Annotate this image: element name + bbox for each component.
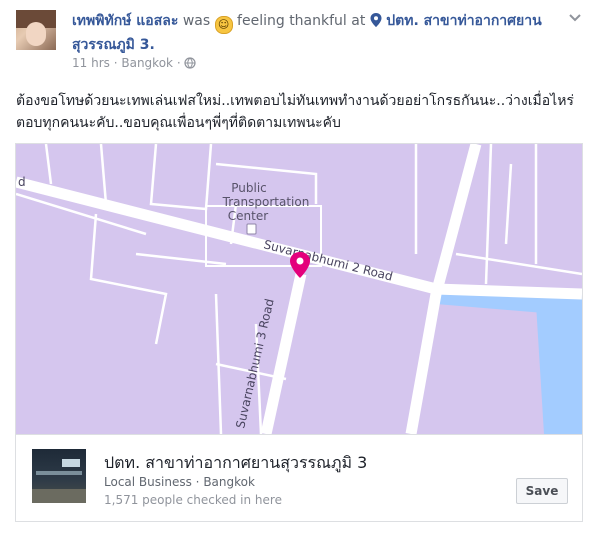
timestamp-link[interactable]: 11 hrs	[72, 56, 110, 70]
place-category-name: Local Business	[104, 475, 192, 489]
location-pin-icon	[370, 13, 382, 27]
location-map[interactable]: Public Transportation Center Suvarnabhum…	[15, 143, 583, 434]
place-city: Bangkok	[203, 475, 255, 489]
post-message: ต้องขอโทษด้วยนะเทพเล่นเฟสใหม่..เทพตอบไม่…	[16, 93, 574, 131]
story-meta: 11 hrs · Bangkok ·	[72, 56, 197, 70]
author-name-link[interactable]: เทพพิทักษ์ แอสละ	[72, 13, 178, 29]
map-canvas: Public Transportation Center Suvarnabhum…	[16, 144, 582, 434]
label-center: Center	[228, 209, 268, 223]
thumb-lights	[36, 471, 82, 475]
place-category: Local Business · Bangkok	[104, 475, 255, 489]
map-water-2	[536, 304, 582, 434]
location-link[interactable]: Bangkok	[121, 56, 173, 70]
author-avatar[interactable]	[16, 10, 56, 50]
label-public: Public	[231, 181, 267, 195]
place-name-link[interactable]: ปตท. สาขาท่าอากาศยานสุวรรณภูมิ 3	[104, 451, 367, 476]
label-transportation: Transportation	[222, 195, 310, 209]
activity-word: was	[182, 13, 211, 29]
place-attachment[interactable]: ปตท. สาขาท่าอากาศยานสุวรรณภูมิ 3 Local B…	[15, 434, 583, 522]
globe-icon[interactable]	[184, 57, 197, 69]
save-button[interactable]: Save	[516, 478, 568, 504]
chevron-down-icon[interactable]	[568, 10, 582, 24]
meta-separator: ·	[113, 56, 118, 70]
smiley-emoji-icon: ☺	[214, 16, 233, 34]
thumb-ground	[32, 489, 86, 503]
place-thumbnail[interactable]	[32, 449, 86, 503]
feed-story: เทพพิทักษ์ แอสละ was ☺ feeling thankful …	[0, 0, 600, 541]
place-checkins: 1,571 people checked in here	[104, 493, 282, 507]
place-category-separator: ·	[195, 475, 200, 489]
thumb-canopy	[62, 459, 80, 467]
bus-icon	[246, 223, 257, 235]
label-edge-letter: d	[18, 175, 26, 189]
feeling-text: feeling thankful at	[237, 13, 366, 29]
meta-separator-2: ·	[176, 56, 181, 70]
story-header: เทพพิทักษ์ แอสละ was ☺ feeling thankful …	[72, 10, 562, 56]
avatar-face	[26, 22, 46, 46]
